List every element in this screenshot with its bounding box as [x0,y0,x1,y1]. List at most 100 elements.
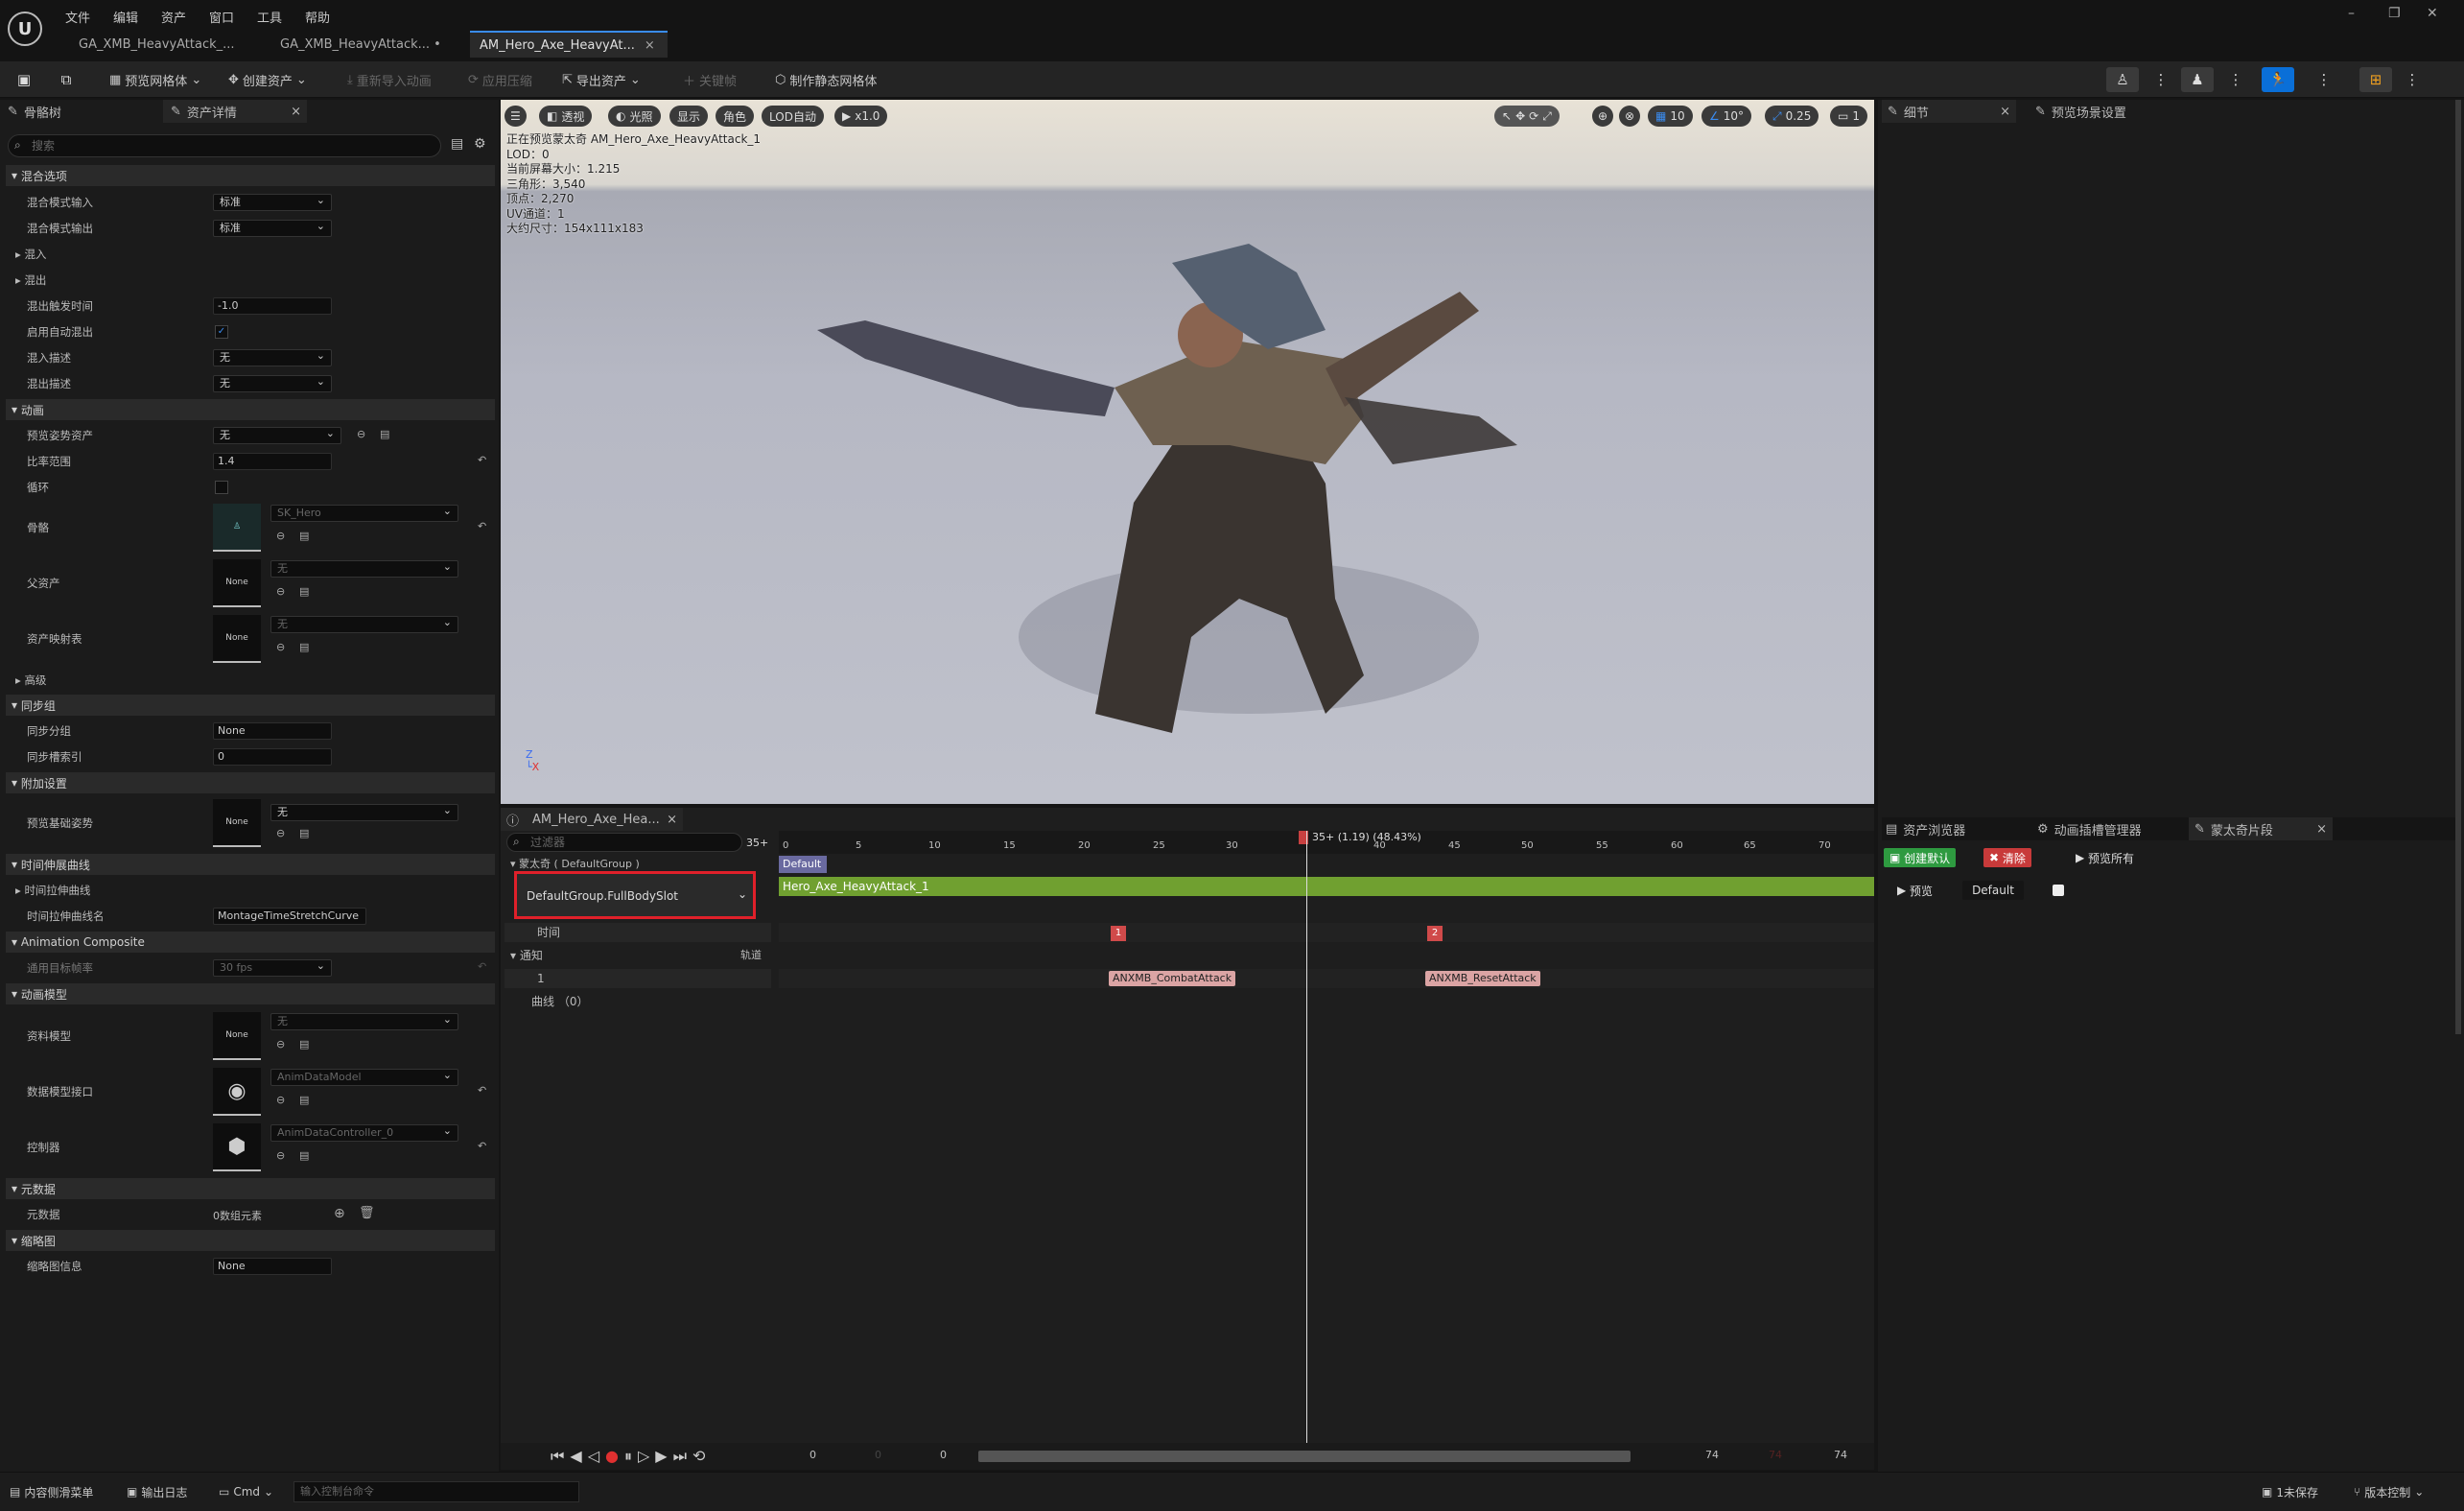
use-selected-icon[interactable]: ⊖ [357,428,365,440]
data-model-interface-dropdown[interactable]: AnimDataModel [270,1068,458,1086]
loop-checkbox[interactable] [215,481,228,494]
close-icon[interactable]: × [291,105,301,119]
preview-base-pose-thumbnail[interactable]: None [213,799,261,847]
row-blend-out[interactable]: ▸ 混出 [6,270,495,291]
section-thumbnail[interactable]: ▾ 缩略图 [6,1230,495,1251]
browse-icon[interactable]: ⧉ [54,67,79,92]
section-marker-2[interactable]: 2 [1427,926,1443,941]
trash-icon[interactable]: 🗑 [359,1206,375,1220]
tab-preview-settings[interactable]: ✎ 预览场景设置 [2035,100,2126,123]
menu-window[interactable]: 窗口 [209,8,234,26]
preview-pose-dropdown[interactable]: 无 [213,426,341,444]
export-asset-button[interactable]: ⇱ 导出资产 ⌄ [562,69,641,90]
cube-icon[interactable]: ⬢ [213,1123,261,1171]
add-icon[interactable]: ⊕ [334,1206,345,1221]
tab-montage-sections[interactable]: ✎ 蒙太奇片段 × [2189,817,2333,840]
tab-slot-manager[interactable]: ⚙ 动画插槽管理器 [2037,817,2142,840]
thumbnail-info-field[interactable]: None [213,1258,332,1275]
tab-ga-heavyattack-2[interactable]: GA_XMB_HeavyAttack... • [270,31,462,58]
close-icon[interactable]: × [667,813,677,827]
use-selected-icon[interactable]: ⊖ [276,585,285,598]
grid-view-icon[interactable]: ▤ [451,136,463,152]
tab-skeleton-tree[interactable]: ✎ 骨骼树 [8,100,61,123]
skeleton-thumbnail[interactable]: ♙ [213,504,261,552]
controller-dropdown[interactable]: AnimDataController_0 [270,1123,458,1142]
preview-base-pose-dropdown[interactable]: 无 [270,803,458,821]
tab-asset-details[interactable]: ✎ 资产详情 × [163,100,307,123]
blend-in-mode-dropdown[interactable]: 标准 [213,193,332,211]
unsaved-button[interactable]: ▣ 1未保存 [2262,1481,2318,1502]
save-icon[interactable]: ▣ [12,67,36,92]
menu-asset[interactable]: 资产 [161,8,186,26]
tab-ga-heavyattack-1[interactable]: GA_XMB_HeavyAttack_... [69,31,261,58]
notify-combat-attack[interactable]: ANXMB_CombatAttack [1109,971,1236,986]
menu-tools[interactable]: 工具 [257,8,282,26]
blend-out-desc-dropdown[interactable]: 无 [213,374,332,392]
skeleton-dropdown[interactable]: SK_Hero [270,504,458,522]
use-selected-icon[interactable]: ⊖ [276,641,285,653]
use-selected-icon[interactable]: ⊖ [276,827,285,839]
reset-icon[interactable]: ↶ [478,1140,486,1152]
use-selected-icon[interactable]: ⊖ [276,1149,285,1162]
tab-details[interactable]: ✎ 细节 × [1882,100,2016,123]
use-selected-icon[interactable]: ⊖ [276,1094,285,1106]
data-model-thumbnail[interactable]: None [213,1012,261,1060]
view-end-frame[interactable]: 74 [1769,1449,1782,1461]
menu-edit[interactable]: 编辑 [113,8,138,26]
blend-in-desc-dropdown[interactable]: 无 [213,348,332,366]
auto-blend-out-checkbox[interactable]: ✓ [215,325,228,339]
parent-asset-dropdown[interactable]: 无 [270,559,458,578]
section-checkbox[interactable] [2053,885,2064,896]
more-options-icon[interactable]: ⋮ [2311,67,2336,92]
section-metadata[interactable]: ▾ 元数据 [6,1178,495,1199]
window-close-icon[interactable]: ✕ [2427,6,2438,21]
preview-all-button[interactable]: ▶ 预览所有 [2070,848,2140,867]
reset-icon[interactable]: ↶ [478,454,486,466]
notify-reset-attack[interactable]: ANXMB_ResetAttack [1425,971,1540,986]
reset-icon[interactable]: ↶ [478,960,486,973]
mesh-mode-icon[interactable]: ♟ [2181,67,2214,92]
parent-asset-thumbnail[interactable]: None [213,559,261,607]
sync-group-name-field[interactable]: None [213,722,332,740]
curves-row[interactable]: 曲线 （0） [505,992,771,1011]
row-advanced[interactable]: ▸ 高级 [6,670,495,691]
timeline-filter-input[interactable]: ⌕ 过滤器 [506,833,742,852]
play-start-frame[interactable]: 0 [940,1449,947,1461]
menu-help[interactable]: 帮助 [305,8,330,26]
restore-icon[interactable]: ❐ [2388,6,2401,21]
default-section-button[interactable]: Default [1962,881,2024,900]
section-time-stretch[interactable]: ▾ 时间伸展曲线 [6,854,495,875]
unreal-logo-icon[interactable]: U [8,12,42,46]
use-selected-icon[interactable]: ⊖ [276,1038,285,1051]
keyframe-button[interactable]: ＋关键帧 [683,69,737,90]
tab-asset-browser[interactable]: ▤ 资产浏览器 [1886,817,1965,840]
browse-icon[interactable]: ▤ [299,1149,309,1162]
section-anim-model[interactable]: ▾ 动画模型 [6,983,495,1004]
browse-icon[interactable]: ▤ [299,530,309,542]
sphere-icon[interactable]: ◉ [213,1068,261,1116]
view-start-frame[interactable]: 0 [875,1449,881,1461]
animation-mode-icon[interactable]: 🏃 [2262,67,2294,92]
track-label[interactable]: 轨道 [740,946,762,965]
section-marker-1[interactable]: 1 [1111,926,1126,941]
output-log-button[interactable]: ▣ 输出日志 [127,1481,187,1502]
preview-button[interactable]: ▶ 预览 [1891,881,1938,900]
details-search-input[interactable]: ⌕ 搜索 [8,134,441,157]
tab-timeline[interactable]: ⓘ AM_Hero_Axe_Hea... × [501,808,683,831]
end-frame[interactable]: 74 [1834,1449,1847,1461]
sync-marker-index-field[interactable]: 0 [213,748,332,766]
more-options-icon[interactable]: ⋮ [2223,67,2248,92]
make-static-mesh-button[interactable]: ⬡ 制作静态网格体 [775,69,877,90]
browse-icon[interactable]: ▤ [380,428,389,440]
tab-am-hero-axe[interactable]: AM_Hero_Axe_HeavyAt... × [470,31,668,58]
create-default-button[interactable]: ▣ 创建默认 [1884,848,1957,867]
rate-scale-field[interactable]: 1.4 [213,453,332,470]
browse-icon[interactable]: ▤ [299,1094,309,1106]
blueprint-mode-icon[interactable]: ⊞ [2359,67,2392,92]
more-options-icon[interactable]: ⋮ [2400,67,2425,92]
reset-icon[interactable]: ↶ [478,1084,486,1097]
segment-bar[interactable]: Hero_Axe_HeavyAttack_1 [779,877,1874,896]
section-blend-options[interactable]: ▾ 混合选项 [6,165,495,186]
more-options-icon[interactable]: ⋮ [2148,67,2173,92]
reimport-button[interactable]: ⤓ 重新导入动画 [347,69,432,90]
